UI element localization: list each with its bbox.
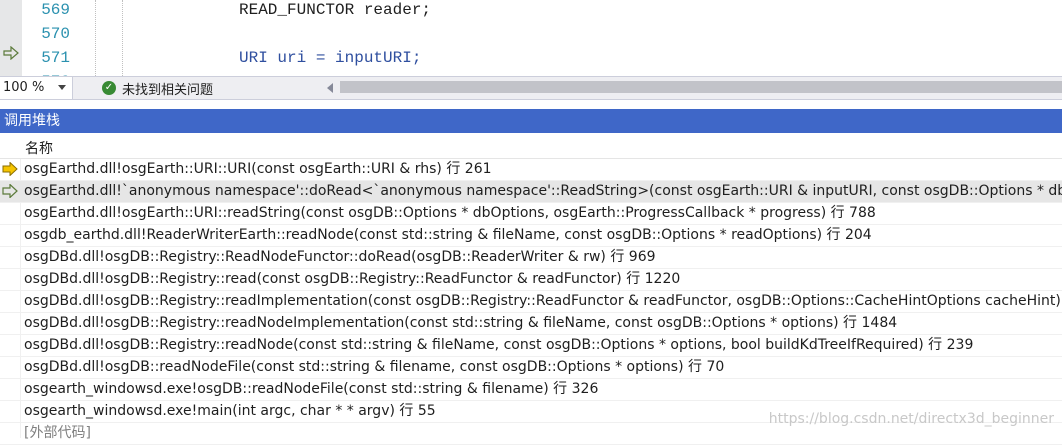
frame-text: osgEarthd.dll!`anonymous namespace'::doR… — [24, 183, 1062, 199]
call-stack-frame[interactable]: osgearth_windowsd.exe!osgDB::readNodeFil… — [0, 379, 1062, 401]
watermark-text: https://blog.csdn.net/directx3d_beginner — [768, 411, 1054, 427]
frame-text: osgearth_windowsd.exe!osgDB::readNodeFil… — [24, 381, 599, 397]
call-stack-title: 调用堆栈 — [4, 113, 60, 129]
call-stack-frame[interactable]: osgDBd.dll!osgDB::Registry::read(const o… — [0, 269, 1062, 291]
frame-text: osgDBd.dll!osgDB::Registry::readImplemen… — [24, 293, 1062, 309]
scroll-left-icon[interactable] — [327, 83, 333, 93]
issues-text: 未找到相关问题 — [122, 82, 214, 98]
call-stack-frame[interactable]: osgDBd.dll!osgDB::readNodeFile(const std… — [0, 357, 1062, 379]
frame-text: osgDBd.dll!osgDB::readNodeFile(const std… — [24, 359, 725, 375]
call-stack-frame[interactable]: osgEarthd.dll!osgEarth::URI::URI(const o… — [0, 159, 1062, 181]
frame-text: osgearth_windowsd.exe!main(int argc, cha… — [24, 403, 436, 419]
zoom-value: 100 % — [3, 80, 45, 95]
code-text[interactable]: READ_FUNCTOR reader; — [239, 0, 431, 22]
frame-text: osgdb_earthd.dll!ReaderWriterEarth::read… — [24, 227, 872, 243]
call-stack-frame[interactable]: osgdb_earthd.dll!ReaderWriterEarth::read… — [0, 225, 1062, 247]
column-header-name[interactable]: 名称 — [0, 135, 1062, 159]
issues-indicator[interactable]: ✓ 未找到相关问题 — [102, 79, 214, 98]
frame-text: osgEarthd.dll!osgEarth::URI::URI(const o… — [24, 161, 492, 177]
frame-text: osgDBd.dll!osgDB::Registry::readNodeImpl… — [24, 315, 898, 331]
column-header-label: 名称 — [25, 141, 53, 157]
call-stack-frame[interactable]: osgDBd.dll!osgDB::Registry::ReadNodeFunc… — [0, 247, 1062, 269]
zoom-dropdown[interactable]: 100 % — [0, 77, 73, 99]
call-return-arrow-icon — [3, 46, 19, 60]
code-line[interactable]: 569 READ_FUNCTOR reader; — [0, 0, 1062, 22]
call-stack-frame[interactable]: osgDBd.dll!osgDB::Registry::readImplemen… — [0, 291, 1062, 313]
call-return-arrow-icon — [2, 184, 18, 198]
code-type-token: URI — [239, 49, 268, 67]
line-number: 571 — [41, 49, 70, 67]
line-number: 569 — [41, 1, 70, 19]
call-stack-list: osgEarthd.dll!osgEarth::URI::URI(const o… — [0, 159, 1062, 445]
line-number: 570 — [41, 25, 70, 43]
code-text[interactable]: URI uri = inputURI; — [239, 46, 421, 70]
frame-text: osgEarthd.dll!osgEarth::URI::readString(… — [24, 205, 876, 221]
frame-text: [外部代码] — [24, 425, 91, 441]
editor-status-bar: 100 % ✓ 未找到相关问题 — [0, 76, 1062, 100]
current-frame-arrow-icon — [2, 162, 18, 176]
code-line-current[interactable]: 571 URI uri = inputURI; — [0, 46, 1062, 70]
call-stack-title-bar[interactable]: 调用堆栈 — [0, 109, 1062, 133]
frame-text: osgDBd.dll!osgDB::Registry::read(const o… — [24, 271, 681, 287]
frame-text: osgDBd.dll!osgDB::Registry::ReadNodeFunc… — [24, 249, 656, 265]
call-stack-frame[interactable]: osgDBd.dll!osgDB::Registry::readNodeImpl… — [0, 313, 1062, 335]
code-line[interactable]: 570 — [0, 22, 1062, 46]
check-icon: ✓ — [102, 81, 116, 95]
call-stack-frame[interactable]: osgEarthd.dll!osgEarth::URI::readString(… — [0, 203, 1062, 225]
code-rest-token: uri = inputURI; — [267, 49, 422, 67]
call-stack-frame-selected[interactable]: osgEarthd.dll!`anonymous namespace'::doR… — [0, 181, 1062, 203]
frame-text: osgDBd.dll!osgDB::Registry::readNode(con… — [24, 337, 974, 353]
chevron-down-icon — [58, 85, 66, 90]
call-stack-frame[interactable]: osgDBd.dll!osgDB::Registry::readNode(con… — [0, 335, 1062, 357]
code-editor[interactable]: 569 READ_FUNCTOR reader; 570 571 URI uri… — [0, 0, 1062, 76]
horizontal-scrollbar[interactable] — [340, 81, 1062, 93]
